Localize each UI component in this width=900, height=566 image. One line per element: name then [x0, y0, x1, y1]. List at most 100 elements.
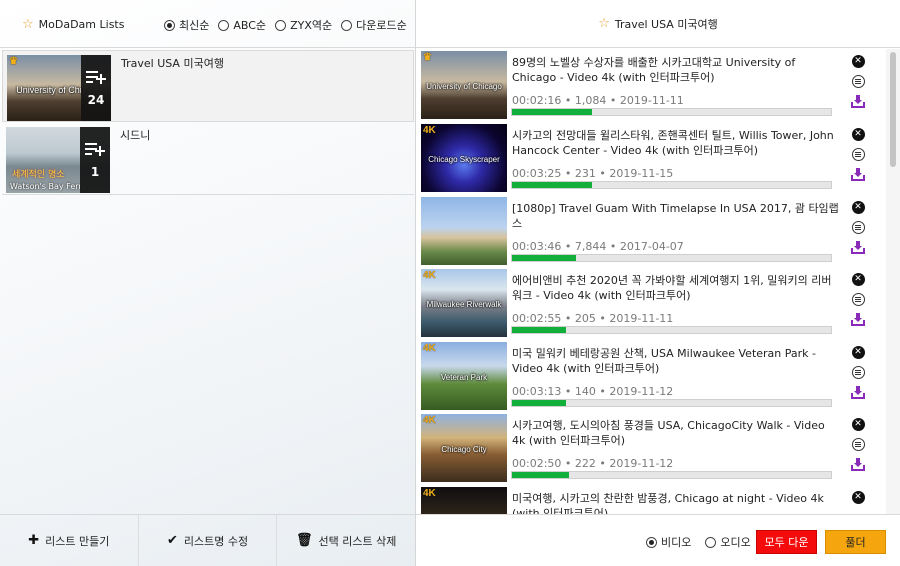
- folder-button[interactable]: 풀더: [825, 530, 886, 554]
- progress-fill: [512, 109, 592, 115]
- playlist-title: Travel USA 미국여행: [121, 57, 224, 70]
- thumbnail-caption: Chicago City: [441, 445, 487, 455]
- scrollbar-thumb[interactable]: [890, 52, 896, 167]
- sort-option-zyx[interactable]: ZYX역순: [275, 17, 332, 33]
- playlist-item-travel-usa[interactable]: ♛ University of Chi 24 Travel USA 미국여행: [2, 50, 414, 122]
- video-row[interactable]: 4K Chicago City 시카고여행, 도시의아침 풍경들 USA, Ch…: [416, 412, 886, 484]
- remove-icon[interactable]: ✕: [851, 491, 865, 504]
- download-icon[interactable]: [851, 386, 865, 399]
- 4k-badge: 4K: [423, 125, 436, 136]
- menu-icon[interactable]: [851, 75, 865, 88]
- menu-icon[interactable]: [851, 148, 865, 161]
- video-list: ♛ University of Chicago 89명의 노벨상 수상자를 배출…: [416, 49, 886, 514]
- thumbnail-caption: 세계적인 명소: [12, 170, 65, 180]
- remove-icon[interactable]: ✕: [851, 55, 865, 68]
- video-thumbnail[interactable]: 4K Chicago City: [421, 414, 507, 482]
- playlist-count: 1: [90, 165, 100, 179]
- video-panel: ☆ Travel USA 미국여행 ♛ University of Chicag…: [416, 0, 900, 566]
- video-row[interactable]: ♛ University of Chicago 89명의 노벨상 수상자를 배출…: [416, 49, 886, 121]
- radio-icon[interactable]: [341, 19, 353, 31]
- sort-option-downloads[interactable]: 다운로드순: [341, 17, 407, 33]
- menu-icon[interactable]: [851, 438, 865, 451]
- menu-icon[interactable]: [851, 293, 865, 306]
- check-icon: ✔: [166, 533, 178, 548]
- radio-icon[interactable]: [275, 19, 287, 31]
- sort-option-latest[interactable]: 최신순: [164, 17, 209, 33]
- menu-icon[interactable]: [851, 366, 865, 379]
- playlist-panel-title: ☆ MoDaDam Lists: [22, 17, 124, 32]
- download-mode-options: 비디오 오디오: [646, 534, 751, 550]
- video-actions: ✕: [850, 491, 866, 504]
- download-icon[interactable]: [851, 313, 865, 326]
- remove-icon[interactable]: ✕: [851, 346, 865, 359]
- playlist-add-icon: [86, 69, 106, 87]
- playlist-count-badge: 24: [81, 55, 111, 121]
- playlist-add-icon: [85, 141, 105, 159]
- video-thumbnail[interactable]: 4K Chicago Skyscraper: [421, 124, 507, 192]
- video-title: 시카고의 전망대들 윌리스타워, 존핸콕센터 틸트, Willis Tower,…: [512, 129, 834, 157]
- video-actions: ✕: [850, 418, 866, 471]
- playlist-count-badge: 1: [80, 127, 110, 193]
- download-progress-bar: [511, 108, 832, 116]
- video-thumbnail[interactable]: 4K Milwaukee Riverwalk: [421, 269, 507, 337]
- video-panel-header: ☆ Travel USA 미국여행: [416, 0, 900, 48]
- download-icon[interactable]: [851, 168, 865, 181]
- delete-list-button[interactable]: 🗑 선택 리스트 삭제: [277, 515, 415, 566]
- 4k-badge: 4K: [423, 270, 436, 281]
- download-icon[interactable]: [851, 458, 865, 471]
- progress-fill: [512, 327, 567, 333]
- remove-icon[interactable]: ✕: [851, 201, 865, 214]
- radio-selected-icon[interactable]: [646, 536, 657, 548]
- remove-icon[interactable]: ✕: [851, 273, 865, 286]
- download-all-button[interactable]: 모두 다운: [756, 530, 817, 554]
- video-thumbnail[interactable]: 4K Veteran Park: [421, 342, 507, 410]
- video-title: 에어비앤비 추천 2020년 꼭 가봐야할 세계여행지 1위, 밀워키의 리버워…: [512, 274, 832, 302]
- download-progress-bar: [511, 471, 832, 479]
- mode-option-audio[interactable]: 오디오: [705, 534, 751, 550]
- mode-option-video[interactable]: 비디오: [646, 534, 691, 550]
- plus-icon: ✚: [28, 533, 40, 548]
- sort-option-abc[interactable]: ABC순: [218, 17, 266, 33]
- radio-icon[interactable]: [705, 536, 717, 548]
- crown-icon: ♛: [9, 56, 18, 67]
- playlist-toolbar: ✚ 리스트 만들기 ✔ 리스트명 수정 🗑 선택 리스트 삭제: [0, 514, 415, 566]
- download-progress-bar: [511, 326, 832, 334]
- video-thumbnail[interactable]: ♛ University of Chicago: [421, 51, 507, 119]
- download-progress-bar: [511, 254, 832, 262]
- video-title: [1080p] Travel Guam With Timelapse In US…: [512, 202, 839, 230]
- video-row[interactable]: [1080p] Travel Guam With Timelapse In US…: [416, 195, 886, 267]
- video-thumbnail[interactable]: 4K: [421, 487, 507, 514]
- video-list-scrollbar[interactable]: [886, 49, 900, 514]
- playlist-count: 24: [87, 93, 105, 107]
- progress-fill: [512, 255, 576, 261]
- app-title: MoDaDam Lists: [38, 18, 125, 31]
- create-list-button[interactable]: ✚ 리스트 만들기: [0, 515, 139, 566]
- video-row[interactable]: 4K Veteran Park 미국 밀워키 베테랑공원 산책, USA Mil…: [416, 340, 886, 412]
- download-icon[interactable]: [851, 241, 865, 254]
- playlist-item-sydney[interactable]: 세계적인 명소 Watson's Bay Ferry 1 시드니: [2, 123, 414, 195]
- remove-icon[interactable]: ✕: [851, 128, 865, 141]
- video-row[interactable]: 4K Chicago Skyscraper 시카고의 전망대들 윌리스타워, 존…: [416, 122, 886, 194]
- 4k-badge: 4K: [423, 343, 436, 354]
- playlist-header: ☆ MoDaDam Lists 최신순 ABC순 ZYX역순 다운로드순: [0, 0, 415, 48]
- progress-fill: [512, 400, 567, 406]
- video-meta: 00:03:25 • 231 • 2019-11-15: [512, 167, 674, 180]
- star-icon: ☆: [598, 16, 610, 31]
- download-toolbar: 비디오 오디오 모두 다운 풀더: [416, 514, 900, 566]
- thumbnail-subcaption: Watson's Bay Ferry: [10, 182, 87, 191]
- video-meta: 00:03:13 • 140 • 2019-11-12: [512, 385, 674, 398]
- video-thumbnail[interactable]: [421, 197, 507, 265]
- playlist-title: 시드니: [120, 129, 151, 142]
- progress-fill: [512, 182, 592, 188]
- menu-icon[interactable]: [851, 221, 865, 234]
- video-row[interactable]: 4K Milwaukee Riverwalk 에어비앤비 추천 2020년 꼭 …: [416, 267, 886, 339]
- radio-selected-icon[interactable]: [164, 19, 175, 31]
- video-meta: 00:02:16 • 1,084 • 2019-11-11: [512, 94, 684, 107]
- video-row[interactable]: 4K 미국여행, 시카고의 찬란한 밤풍경, Chicago at night …: [416, 485, 886, 514]
- radio-icon[interactable]: [218, 19, 230, 31]
- rename-list-button[interactable]: ✔ 리스트명 수정: [139, 515, 278, 566]
- video-actions: ✕: [850, 128, 866, 181]
- download-progress-bar: [511, 181, 832, 189]
- remove-icon[interactable]: ✕: [851, 418, 865, 431]
- download-icon[interactable]: [851, 95, 865, 108]
